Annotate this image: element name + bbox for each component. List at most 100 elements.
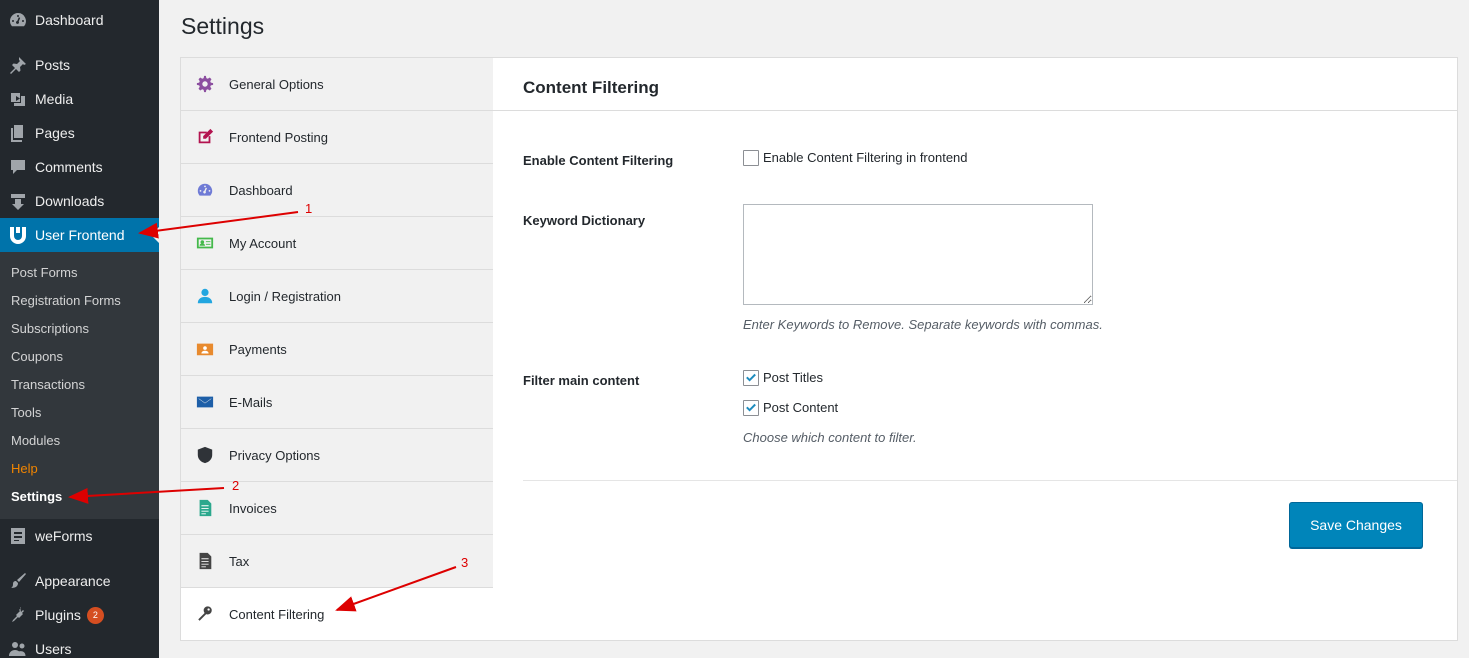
annotation-number-1: 1 (305, 201, 313, 216)
save-changes-button[interactable]: Save Changes (1289, 502, 1423, 548)
menu-label: Pages (35, 125, 75, 141)
enable-content-filtering-checkbox-label[interactable]: Enable Content Filtering in frontend (763, 150, 968, 165)
settings-tab-general-options[interactable]: General Options (181, 58, 493, 111)
submenu-post-forms[interactable]: Post Forms (11, 263, 77, 283)
annotation-number-2: 2 (232, 478, 240, 493)
panel-bottom-divider (523, 480, 1457, 481)
envelope-icon (181, 393, 229, 411)
settings-tab-label: My Account (229, 235, 297, 251)
settings-tab-label: Invoices (229, 500, 277, 516)
post-titles-label[interactable]: Post Titles (763, 370, 823, 385)
content-filtering-panel: Content Filtering Enable Content Filteri… (493, 57, 1458, 641)
settings-tab-label: Login / Registration (229, 288, 342, 304)
menu-label: User Frontend (35, 227, 125, 243)
menu-label: Comments (35, 159, 103, 175)
download-icon (0, 191, 35, 211)
settings-tab-invoices[interactable]: Invoices (181, 482, 493, 535)
annotation-number-3: 3 (461, 555, 469, 570)
menu-item-pages[interactable]: Pages (0, 116, 159, 150)
edit-icon (181, 128, 229, 146)
menu-item-user-frontend[interactable]: User Frontend (0, 218, 159, 252)
submenu-subscriptions[interactable]: Subscriptions (11, 319, 89, 339)
panel-title: Content Filtering (523, 78, 659, 97)
shield-icon (181, 446, 229, 464)
settings-tab-my-account[interactable]: My Account (181, 217, 493, 270)
submenu-help[interactable]: Help (11, 459, 38, 479)
settings-tab-label: Payments (229, 341, 287, 357)
checkmark-icon (746, 403, 756, 412)
dashboard-icon (181, 181, 229, 199)
menu-label: Media (35, 91, 74, 107)
menu-item-downloads[interactable]: Downloads (0, 184, 159, 218)
post-content-checkbox[interactable] (743, 400, 759, 416)
menu-label: Posts (35, 57, 71, 73)
admin-sidebar: Dashboard Posts Media Pages Comments Dow… (0, 0, 159, 658)
payment-icon (181, 340, 229, 358)
menu-label: Appearance (35, 573, 111, 589)
menu-item-plugins[interactable]: Plugins 2 (0, 598, 159, 632)
menu-item-users[interactable]: Users (0, 632, 159, 658)
key-icon (181, 605, 229, 623)
settings-tab-payments[interactable]: Payments (181, 323, 493, 376)
dashboard-icon (0, 10, 35, 30)
menu-label: Users (35, 641, 72, 657)
submenu-coupons[interactable]: Coupons (11, 347, 63, 367)
media-icon (0, 89, 35, 109)
menu-item-dashboard[interactable]: Dashboard (0, 3, 159, 37)
settings-tab-tax[interactable]: Tax (181, 535, 493, 588)
submenu-tools[interactable]: Tools (11, 403, 41, 423)
menu-item-weforms[interactable]: weForms (0, 519, 159, 553)
settings-tab-label: Privacy Options (229, 447, 321, 463)
id-card-icon (181, 234, 229, 252)
keyword-dictionary-textarea[interactable] (743, 204, 1093, 305)
settings-tab-frontend-posting[interactable]: Frontend Posting (181, 111, 493, 164)
settings-tab-dashboard[interactable]: Dashboard (181, 164, 493, 217)
menu-label: Dashboard (35, 12, 104, 28)
settings-tab-label: Content Filtering (229, 606, 325, 622)
filter-main-content-label: Filter main content (523, 373, 640, 388)
settings-tab-label: General Options (229, 76, 324, 92)
post-titles-checkbox[interactable] (743, 370, 759, 386)
pushpin-icon (0, 55, 35, 75)
pages-icon (0, 123, 35, 143)
weforms-icon (0, 526, 35, 546)
submenu-registration-forms[interactable]: Registration Forms (11, 291, 121, 311)
menu-item-appearance[interactable]: Appearance (0, 564, 159, 598)
paintbrush-icon (0, 571, 35, 591)
plugin-icon (0, 605, 35, 625)
menu-item-posts[interactable]: Posts (0, 48, 159, 82)
settings-tab-privacy-options[interactable]: Privacy Options (181, 429, 493, 482)
settings-tab-label: Frontend Posting (229, 129, 329, 145)
menu-label: weForms (35, 528, 93, 544)
enable-content-filtering-label: Enable Content Filtering (523, 153, 674, 168)
settings-tab-label: Tax (229, 553, 250, 569)
settings-tab-content-filtering[interactable]: Content Filtering (181, 588, 494, 641)
invoice-icon (181, 499, 229, 517)
menu-item-media[interactable]: Media (0, 82, 159, 116)
checkmark-icon (746, 373, 756, 382)
settings-tab-emails[interactable]: E-Mails (181, 376, 493, 429)
submenu-settings[interactable]: Settings (11, 487, 62, 507)
page-title: Settings (181, 13, 265, 39)
tax-document-icon (181, 552, 229, 570)
settings-tab-login-registration[interactable]: Login / Registration (181, 270, 493, 323)
user-frontend-submenu: Post Forms Registration Forms Subscripti… (0, 252, 159, 519)
filter-main-content-description: Choose which content to filter. (743, 430, 917, 445)
submenu-modules[interactable]: Modules (11, 431, 60, 451)
settings-nav: General Options Frontend Posting Dashboa… (180, 57, 494, 641)
keyword-dictionary-label: Keyword Dictionary (523, 213, 646, 228)
user-icon (181, 287, 229, 305)
users-icon (0, 639, 35, 658)
post-content-label[interactable]: Post Content (763, 400, 838, 415)
menu-label: Plugins (35, 607, 81, 623)
keyword-dictionary-description: Enter Keywords to Remove. Separate keywo… (743, 317, 1103, 332)
panel-divider (493, 110, 1457, 111)
user-frontend-logo-icon (0, 225, 35, 245)
menu-label: Downloads (35, 193, 105, 209)
enable-content-filtering-checkbox[interactable] (743, 150, 759, 166)
gear-icon (181, 75, 229, 93)
submenu-transactions[interactable]: Transactions (11, 375, 85, 395)
settings-tab-label: E-Mails (229, 394, 273, 410)
menu-item-comments[interactable]: Comments (0, 150, 159, 184)
settings-tab-label: Dashboard (229, 182, 293, 198)
